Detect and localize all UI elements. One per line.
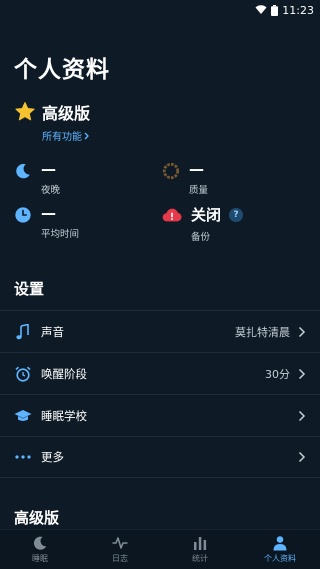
tab-label: 睡眠 xyxy=(32,554,48,563)
bar-chart-icon xyxy=(194,537,207,550)
stat-nights: — 夜晚 xyxy=(14,160,60,196)
person-icon xyxy=(273,536,287,551)
settings-item-more[interactable]: 更多 xyxy=(0,436,320,478)
chevron-right-icon xyxy=(298,326,306,337)
stat-backup[interactable]: 关闭 ? 备份 xyxy=(162,204,244,243)
star-icon xyxy=(15,102,35,121)
chevron-right-icon xyxy=(298,368,306,379)
chevron-right-icon xyxy=(298,451,306,463)
settings-item-sound[interactable]: 声音 莫扎特清晨 xyxy=(0,310,320,352)
more-dots-icon xyxy=(14,448,32,466)
premium-banner[interactable]: 高级版 所有功能 xyxy=(14,100,90,143)
moon-icon xyxy=(16,163,30,179)
settings-title: 设置 xyxy=(14,280,45,298)
moon-icon xyxy=(33,536,47,550)
stat-average-time-value: — xyxy=(41,204,56,222)
settings-item-label: 声音 xyxy=(41,324,64,339)
tab-journal[interactable]: 日志 xyxy=(80,530,160,569)
premium-title: 高级版 xyxy=(42,104,91,123)
help-icon[interactable]: ? xyxy=(229,207,244,222)
stat-quality-label: 质量 xyxy=(189,185,209,196)
chevron-right-icon xyxy=(84,132,89,139)
wifi-icon xyxy=(255,5,267,14)
stat-quality: — 质量 xyxy=(162,160,208,196)
bottom-tab-bar: 睡眠 日志 统计 个人资料 xyxy=(0,529,320,569)
settings-item-label: 更多 xyxy=(41,450,64,464)
settings-item-value: 莫扎特清晨 xyxy=(235,325,290,339)
tab-statistics[interactable]: 统计 xyxy=(160,530,240,569)
chevron-right-icon xyxy=(298,410,306,421)
stat-average-time-label: 平均时间 xyxy=(41,229,80,240)
quality-ring-icon xyxy=(162,162,180,180)
tab-label: 个人资料 xyxy=(264,554,296,563)
stat-nights-value: — xyxy=(41,160,56,178)
status-bar: 11:23 xyxy=(0,0,320,20)
stat-backup-label: 备份 xyxy=(191,232,211,243)
settings-item-value: 30分 xyxy=(265,367,290,381)
stat-average-time: — 平均时间 xyxy=(14,204,79,240)
settings-item-sleep-school[interactable]: 睡眠学校 xyxy=(0,394,320,436)
tab-sleep[interactable]: 睡眠 xyxy=(0,530,80,569)
graduation-cap-icon xyxy=(14,407,32,425)
settings-item-label: 睡眠学校 xyxy=(41,408,87,423)
stat-quality-value: — xyxy=(189,160,204,178)
status-time: 11:23 xyxy=(282,3,314,17)
tab-label: 日志 xyxy=(112,554,128,563)
all-features-link[interactable]: 所有功能 xyxy=(42,128,90,143)
tab-label: 统计 xyxy=(192,554,208,563)
alarm-clock-icon xyxy=(14,365,32,383)
premium-section-title: 高级版 xyxy=(14,509,60,527)
tab-profile[interactable]: 个人资料 xyxy=(240,530,320,569)
battery-icon xyxy=(271,4,279,16)
stat-backup-value: 关闭 xyxy=(191,206,222,224)
page-title: 个人资料 xyxy=(14,57,110,83)
clock-icon xyxy=(15,207,31,223)
cloud-alert-icon xyxy=(162,208,182,222)
waveform-icon xyxy=(112,537,128,549)
music-note-icon xyxy=(14,323,32,341)
settings-item-wake-phase[interactable]: 唤醒阶段 30分 xyxy=(0,352,320,394)
settings-list: 声音 莫扎特清晨 唤醒阶段 30分 睡眠学校 更多 xyxy=(0,310,320,478)
all-features-label: 所有功能 xyxy=(42,132,82,143)
stat-nights-label: 夜晚 xyxy=(41,185,61,196)
settings-item-label: 唤醒阶段 xyxy=(41,366,87,381)
